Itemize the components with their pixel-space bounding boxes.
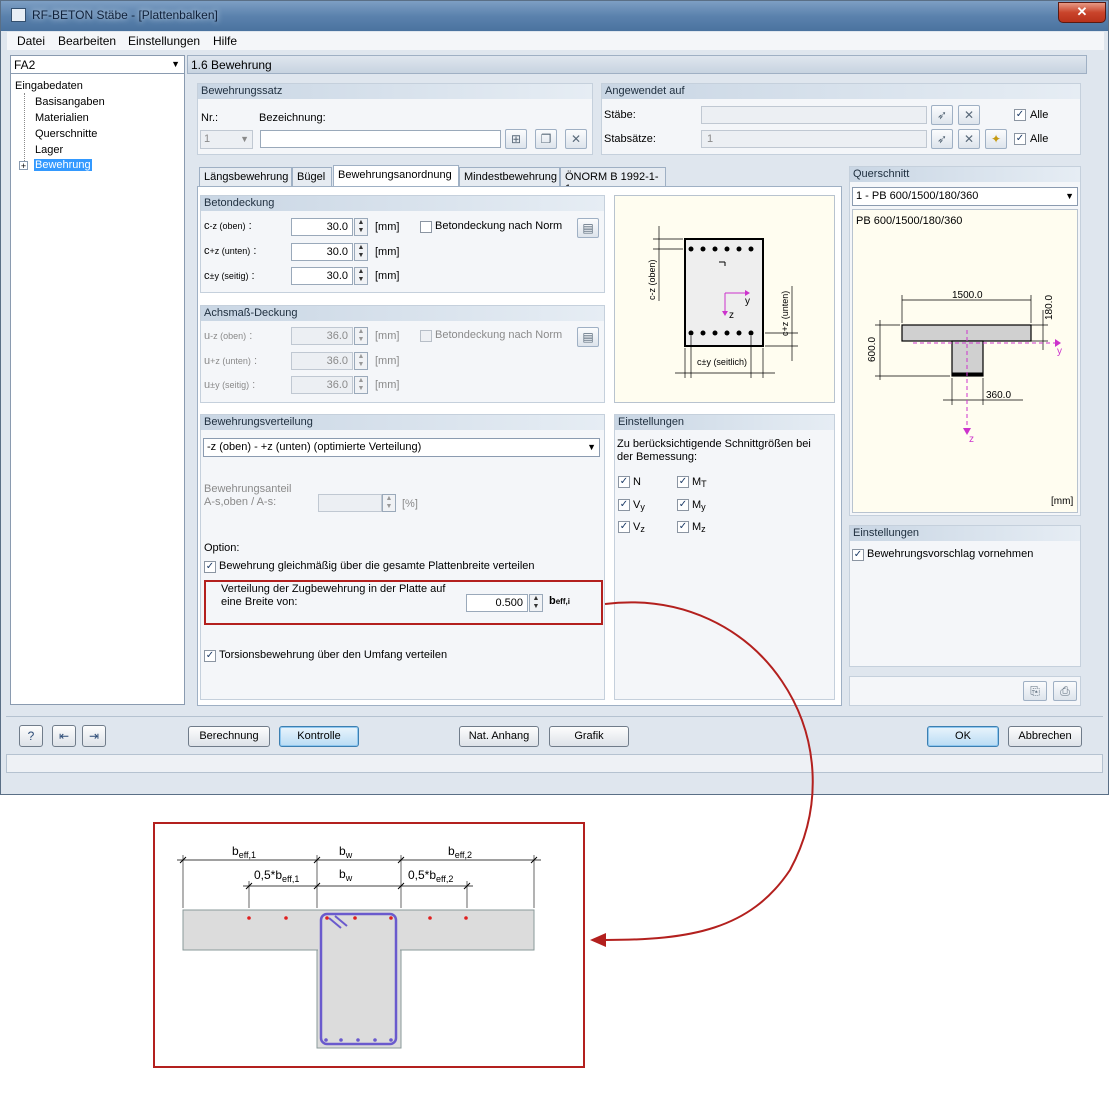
- beff2-sub: eff,2: [455, 850, 472, 860]
- inset-diagram: beff,1 bw beff,2 0,5*beff,1 bw 0,5*beff,…: [177, 844, 541, 1049]
- beff2-label: beff,2: [448, 844, 472, 860]
- beff1-sub: eff,1: [239, 850, 256, 860]
- half2-label: 0,5*beff,2: [408, 868, 453, 884]
- half2-sub: eff,2: [436, 874, 453, 884]
- bw-sub: w: [345, 850, 353, 860]
- half1-sub: eff,1: [282, 874, 299, 884]
- half1-label: 0,5*beff,1: [254, 868, 299, 884]
- half2-symbol: 0,5*b: [408, 868, 436, 882]
- bw-label: bw: [339, 844, 353, 860]
- beff1-label: beff,1: [232, 844, 256, 860]
- half1-symbol: 0,5*b: [254, 868, 282, 882]
- bw-sub: w: [345, 873, 353, 883]
- bw-label-2: bw: [339, 867, 353, 883]
